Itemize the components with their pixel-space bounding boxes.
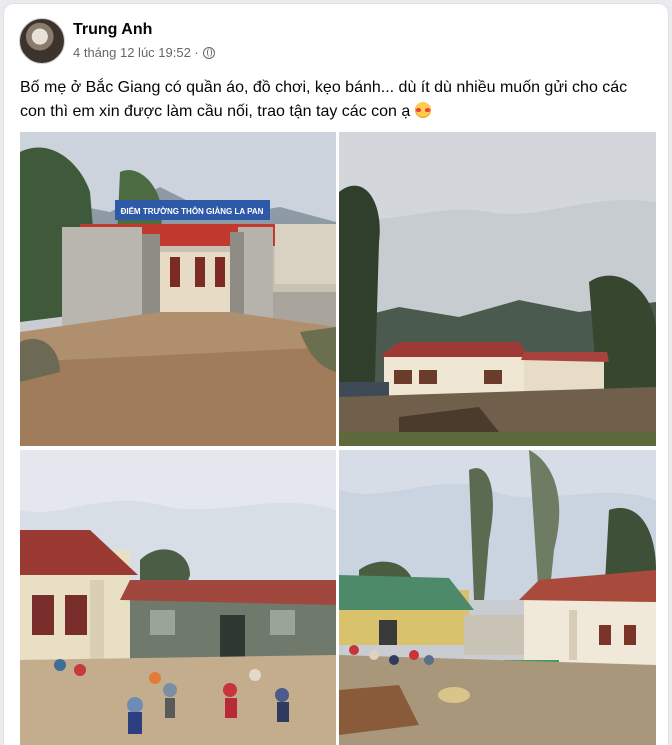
- school-gate-image: ĐIỂM TRƯỜNG THÔN GIÀNG LA PAN: [20, 132, 336, 446]
- post-meta: 4 tháng 12 lúc 19:52 ·: [73, 45, 215, 60]
- smiling-face-with-hearts-icon: [414, 102, 431, 118]
- author-avatar[interactable]: [19, 18, 65, 64]
- schoolyard-image: [339, 450, 656, 745]
- post-photo-3[interactable]: [20, 450, 336, 745]
- post-photo-4[interactable]: [339, 450, 656, 745]
- post-timestamp[interactable]: 4 tháng 12 lúc 19:52 ·: [73, 45, 199, 60]
- post-text: Bố mẹ ở Bắc Giang có quần áo, đồ chơi, k…: [20, 76, 640, 124]
- post-card: Trung Anh 4 tháng 12 lúc 19:52 · Bố mẹ ở…: [4, 4, 668, 745]
- children-playing-image: [20, 450, 336, 745]
- author-name[interactable]: Trung Anh: [73, 21, 152, 39]
- globe-icon: [202, 46, 215, 59]
- school-sign-text: ĐIỂM TRƯỜNG THÔN GIÀNG LA PAN: [121, 207, 264, 216]
- post-photo-2[interactable]: [339, 132, 656, 446]
- post-text-content: Bố mẹ ở Bắc Giang có quần áo, đồ chơi, k…: [20, 79, 628, 120]
- school-building-image: [339, 132, 656, 446]
- post-photo-1[interactable]: ĐIỂM TRƯỜNG THÔN GIÀNG LA PAN: [20, 132, 336, 446]
